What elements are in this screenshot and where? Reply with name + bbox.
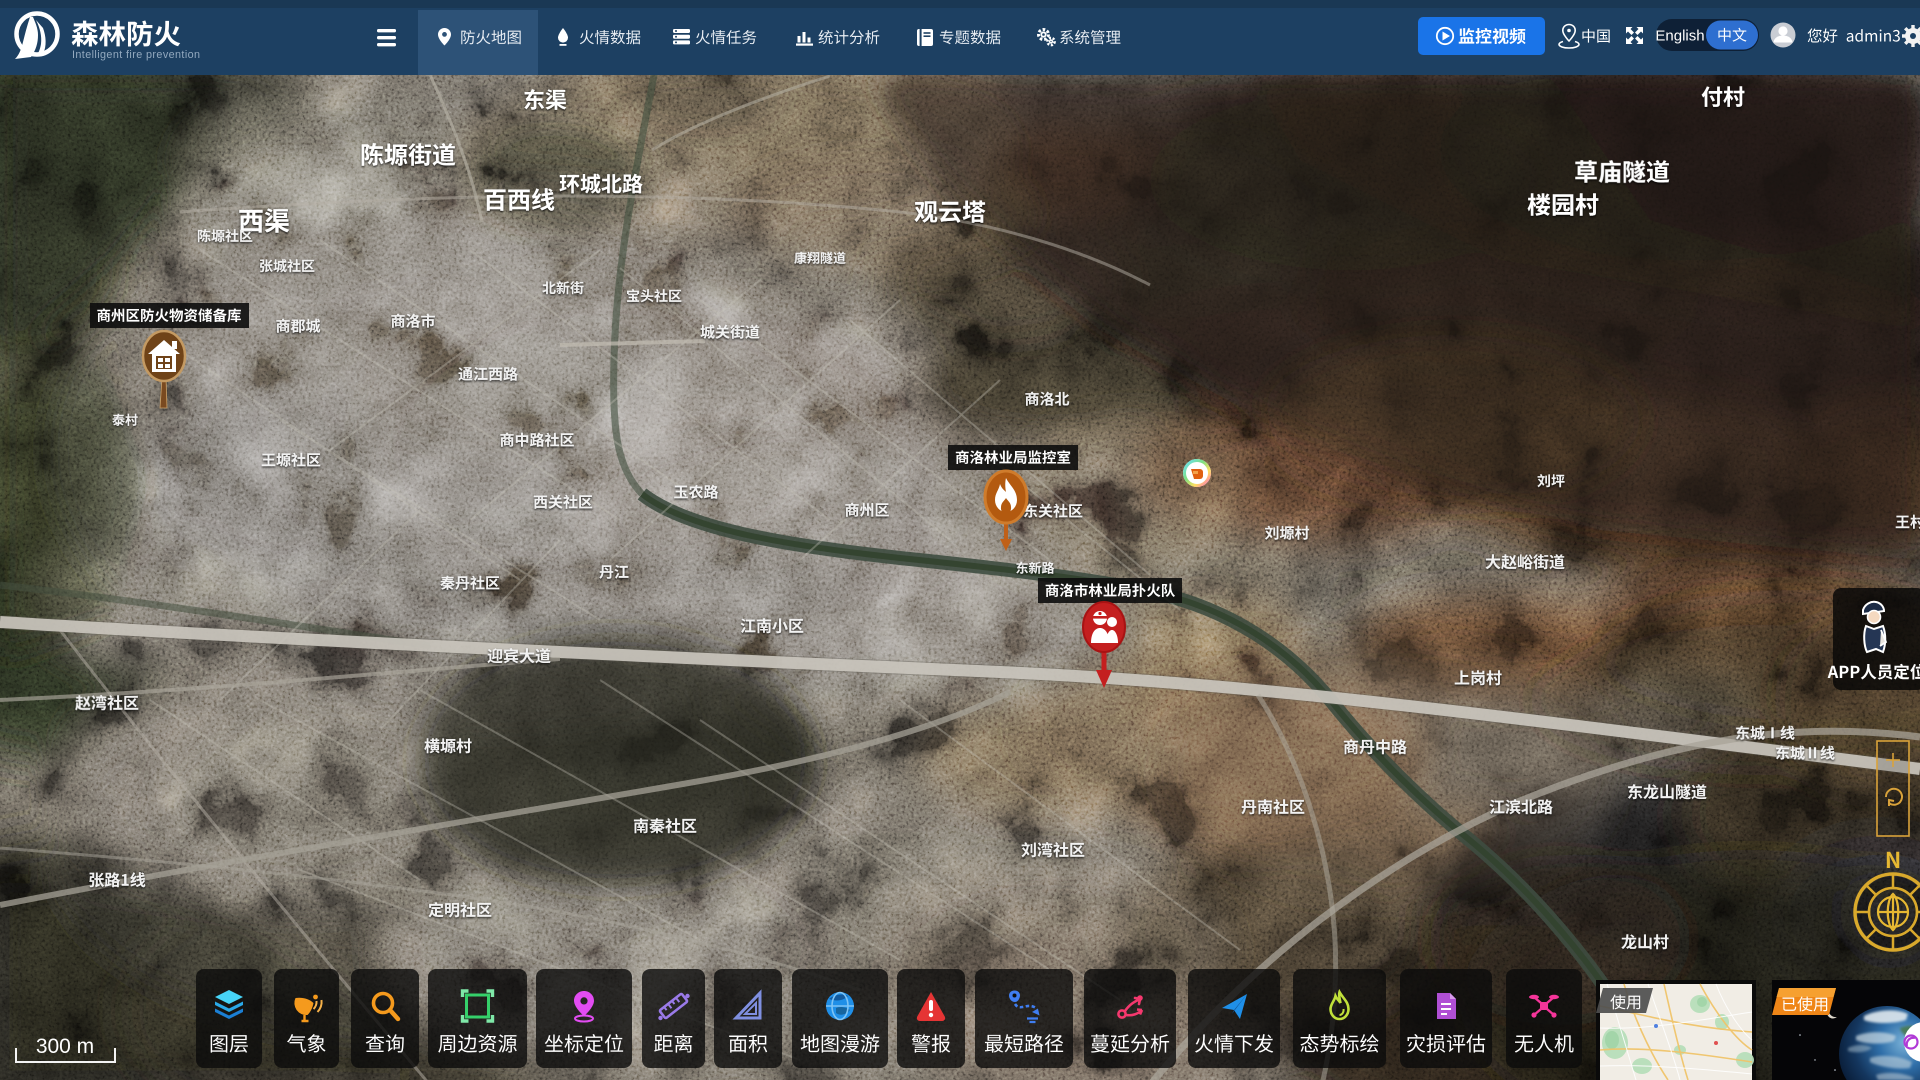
svg-text:300 m: 300 m <box>36 1035 94 1058</box>
svg-text:English: English <box>1655 28 1704 45</box>
svg-text:Intelligent fire prevention: Intelligent fire prevention <box>72 49 200 61</box>
